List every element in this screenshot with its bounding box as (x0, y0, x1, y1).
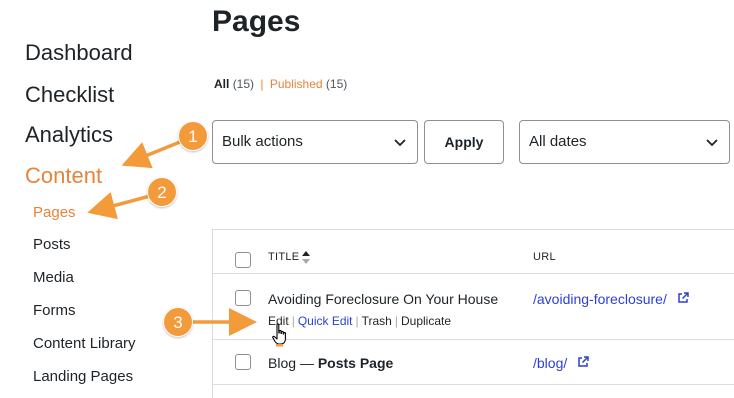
row-title-separator: — (296, 355, 318, 371)
row-checkbox[interactable] (235, 290, 251, 306)
sidebar-subitem-media[interactable]: Media (33, 269, 74, 287)
select-all-checkbox[interactable] (235, 252, 251, 268)
row-actions: Edit | Quick Edit | Trash | Duplicate (268, 314, 451, 328)
action-separator: | (394, 314, 398, 328)
column-header-title[interactable]: TITLE (268, 251, 299, 263)
table-row: Avoiding Foreclosure On Your House /avoi… (213, 274, 734, 340)
row-url-link[interactable]: /blog/ (533, 355, 567, 371)
filter-all-count: (15) (232, 77, 255, 91)
dates-filter-value: All dates (529, 133, 587, 150)
step-badge-1: 1 (178, 121, 208, 151)
chevron-down-icon (706, 139, 718, 147)
status-filters: All (15) | Published (15) (214, 77, 347, 91)
sidebar-item-analytics[interactable]: Analytics (25, 122, 113, 148)
apply-button[interactable]: Apply (424, 120, 504, 164)
hand-cursor-icon (272, 323, 286, 347)
step-badge-2: 2 (147, 177, 177, 207)
external-link-icon[interactable] (577, 356, 589, 368)
sidebar-subitem-pages[interactable]: Pages (33, 204, 76, 222)
action-separator: | (355, 314, 359, 328)
action-separator: | (291, 314, 295, 328)
filter-separator: | (260, 77, 264, 91)
row-checkbox[interactable] (235, 354, 251, 370)
page-title: Pages (212, 5, 301, 38)
row-title-text: Blog (268, 355, 297, 371)
external-link-icon[interactable] (677, 292, 689, 304)
row-url-link[interactable]: /avoiding-foreclosure/ (533, 291, 667, 307)
table-row: Blog — Posts Page /blog/ (213, 341, 734, 385)
sidebar-item-dashboard[interactable]: Dashboard (25, 40, 133, 66)
filter-published-link[interactable]: Published (270, 77, 323, 91)
filter-published-count: (15) (325, 77, 348, 91)
bulk-actions-select[interactable]: Bulk actions (212, 120, 418, 164)
dates-filter-select[interactable]: All dates (519, 120, 730, 164)
row-title-link[interactable]: Blog — Posts Page (268, 355, 393, 371)
row-title-link[interactable]: Avoiding Foreclosure On Your House (268, 291, 498, 307)
trash-link[interactable]: Trash (362, 314, 392, 328)
sidebar-subitem-landing-pages[interactable]: Landing Pages (33, 368, 133, 386)
column-header-url[interactable]: URL (533, 251, 556, 263)
table-header: TITLE URL (213, 230, 734, 274)
row-post-state: Posts Page (317, 355, 394, 371)
pages-table: TITLE URL Avoiding Foreclosure On Your H… (212, 229, 734, 398)
duplicate-link[interactable]: Duplicate (401, 314, 451, 328)
sidebar-item-checklist[interactable]: Checklist (25, 82, 114, 108)
sidebar-subitem-posts[interactable]: Posts (33, 236, 71, 254)
sidebar-item-content[interactable]: Content (25, 163, 102, 189)
step-badge-3: 3 (163, 307, 193, 337)
quick-edit-link[interactable]: Quick Edit (298, 314, 353, 328)
sort-icon[interactable] (301, 250, 311, 266)
filter-all-link[interactable]: All (214, 77, 229, 91)
sidebar-subitem-content-library[interactable]: Content Library (33, 335, 136, 353)
bulk-actions-value: Bulk actions (222, 133, 303, 150)
chevron-down-icon (394, 139, 406, 147)
sidebar-subitem-forms[interactable]: Forms (33, 302, 76, 320)
